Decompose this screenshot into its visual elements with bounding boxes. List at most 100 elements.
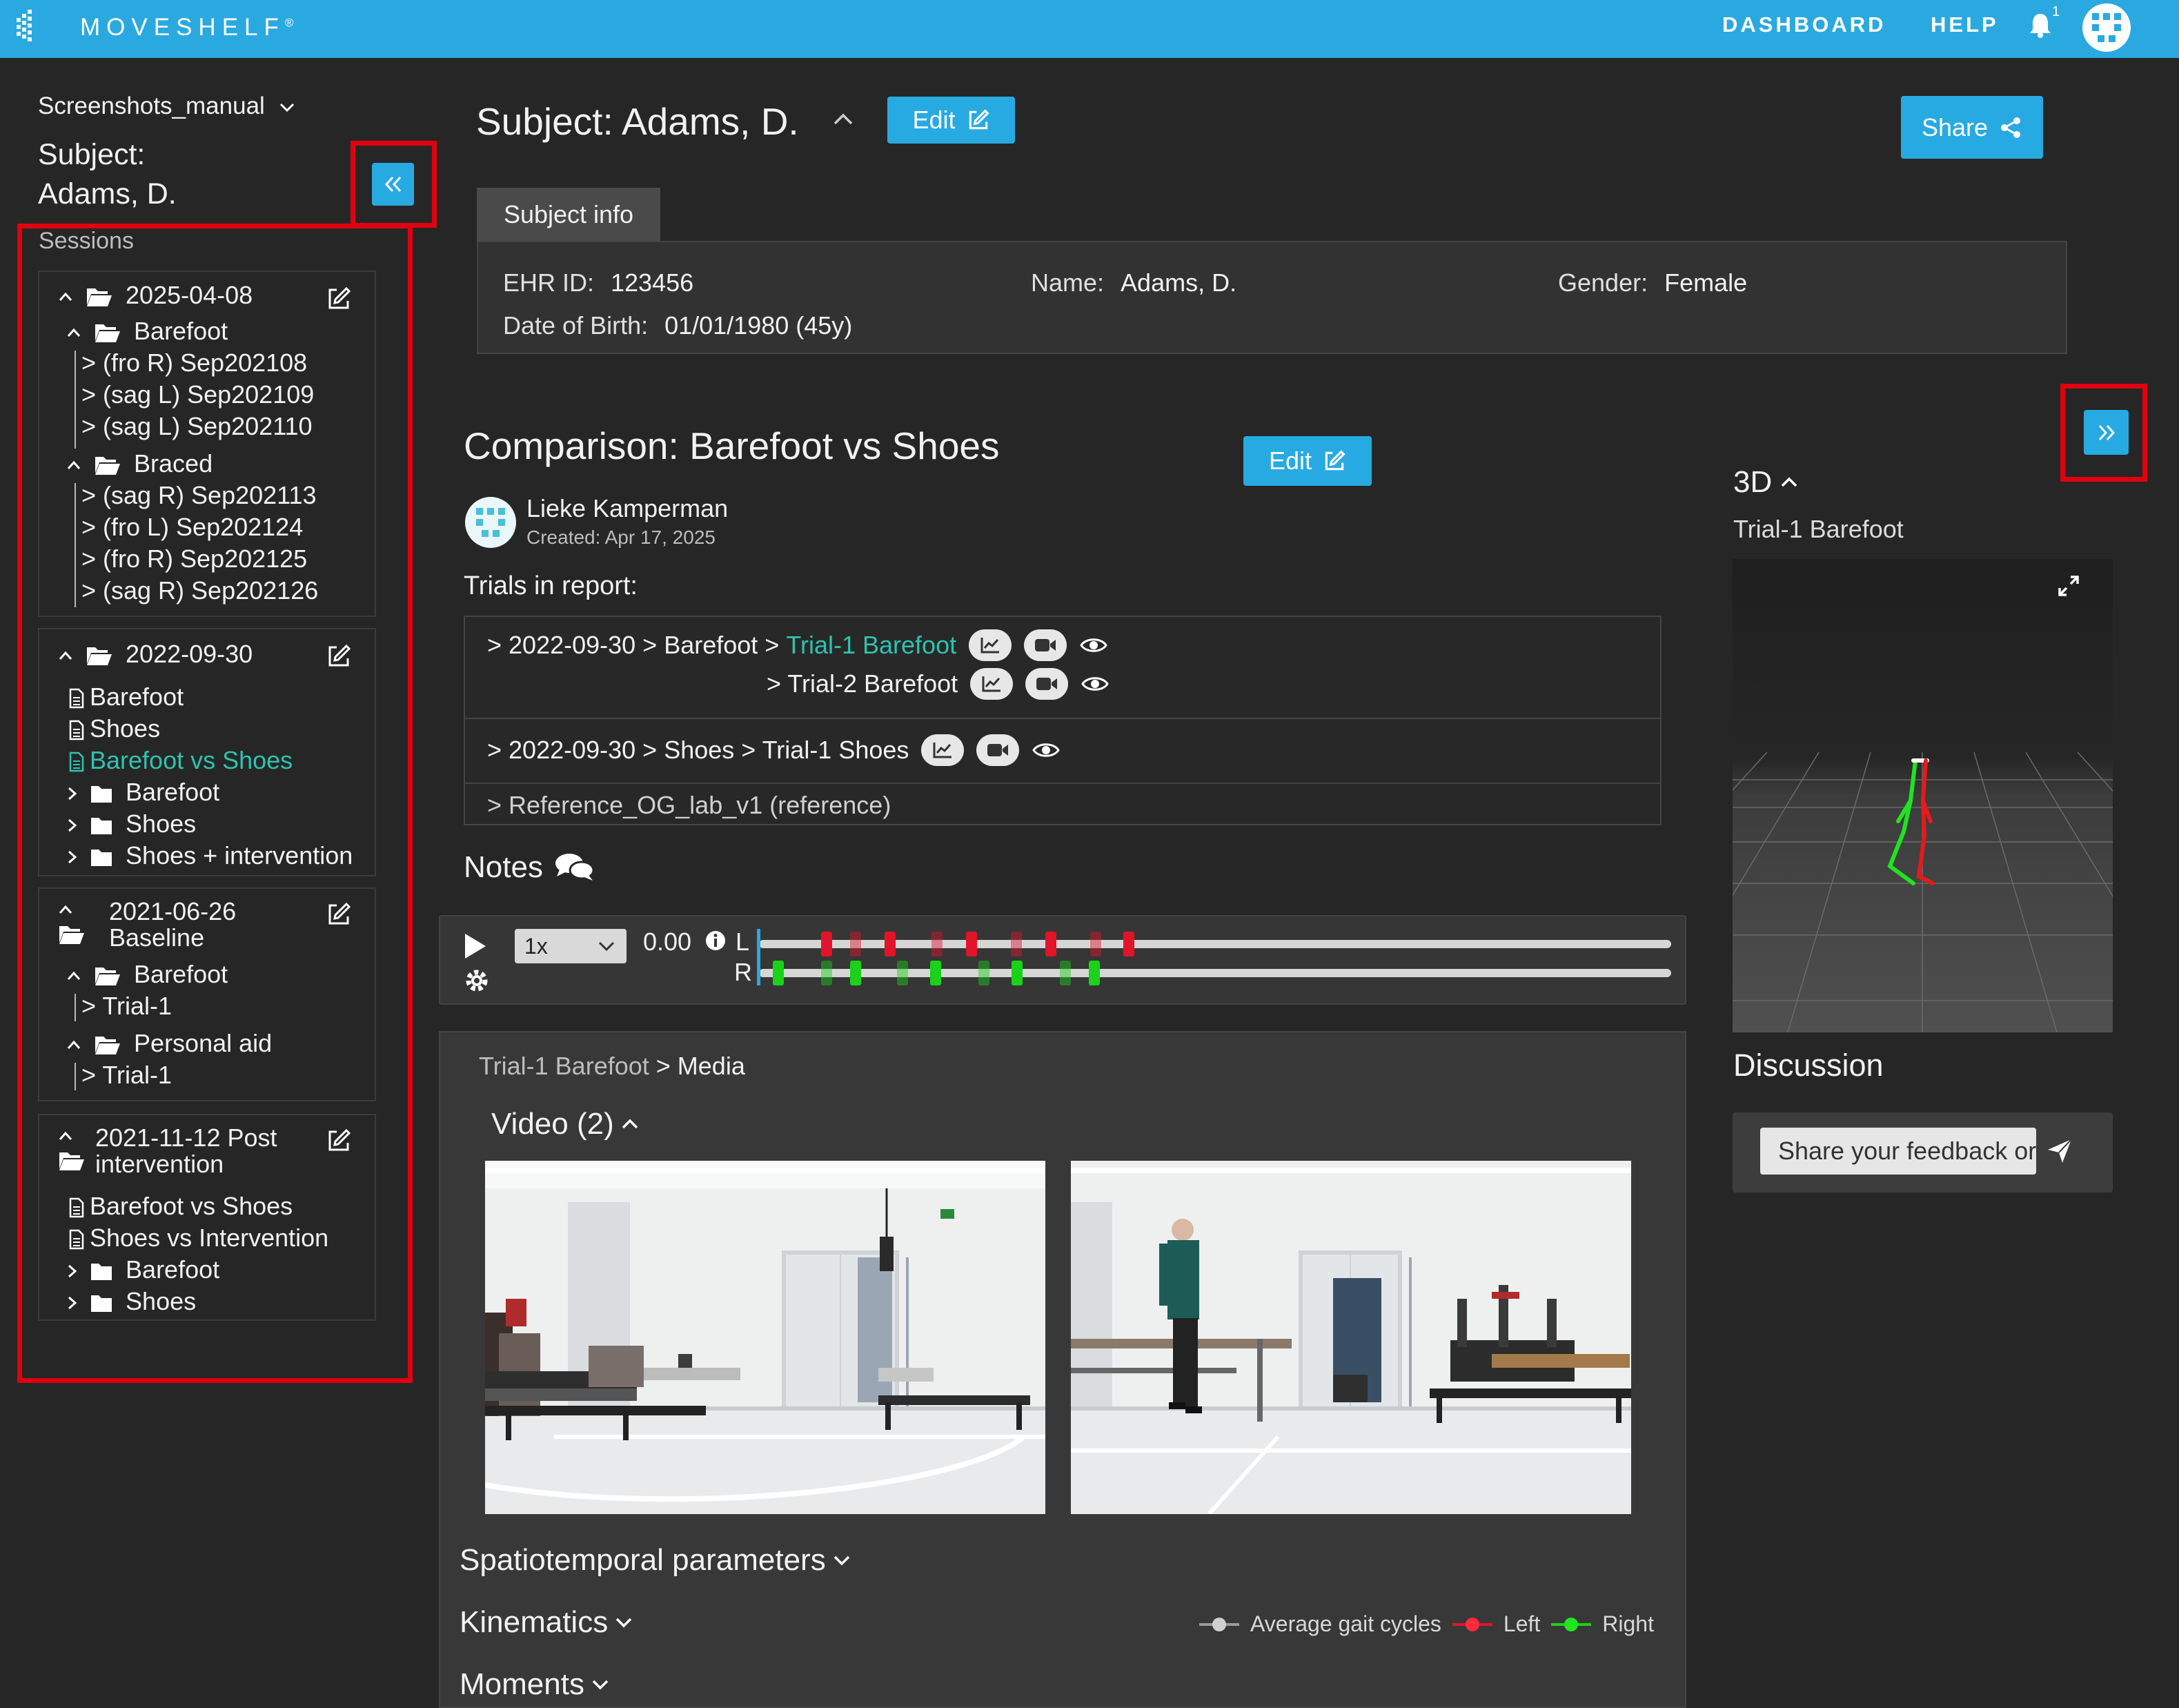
collapse-header-chevron-icon[interactable] (831, 110, 855, 127)
chevron-down-icon (598, 941, 615, 952)
gear-icon[interactable] (464, 968, 490, 994)
nav-dashboard-link[interactable]: DASHBOARD (1722, 12, 1886, 37)
edit-session-icon[interactable] (326, 1128, 352, 1154)
video-player-2[interactable] (1071, 1161, 1631, 1514)
document-icon (69, 1198, 84, 1218)
folder-open-icon (87, 288, 112, 307)
folder-personal-aid-2021[interactable]: Personal aid (66, 1028, 272, 1059)
left-gait-event-marker (885, 932, 896, 956)
folder-braced-2025[interactable]: Braced (66, 449, 213, 479)
trial-chart-button[interactable] (969, 629, 1012, 661)
video-player-1[interactable] (485, 1161, 1045, 1514)
chevron-up-icon (1782, 477, 1797, 487)
project-selector[interactable]: Screenshots_manual (38, 92, 295, 120)
dob-field: Date of Birth: 01/01/1980 (45y) (503, 311, 853, 340)
left-gait-event-marker (1123, 932, 1134, 956)
right-gait-event-marker (930, 961, 941, 985)
reference-row[interactable]: > Reference_OG_lab_v1 (reference) (487, 791, 891, 820)
tree-line (75, 994, 76, 1021)
send-icon[interactable] (2046, 1137, 2073, 1165)
report-shoes-vs-intervention[interactable]: Shoes vs Intervention (69, 1223, 328, 1253)
folder-barefoot-2022[interactable]: Barefoot (66, 777, 219, 807)
eye-icon[interactable] (1081, 674, 1110, 694)
chevron-right-icon (68, 1297, 77, 1310)
edit-session-icon[interactable] (326, 901, 352, 927)
trial-video-button[interactable] (976, 734, 1020, 766)
chevron-up-icon (59, 651, 72, 660)
trial-video-button[interactable] (1025, 668, 1069, 700)
edit-session-icon[interactable] (326, 286, 352, 312)
edit-session-icon[interactable] (326, 643, 352, 669)
trial-chart-button[interactable] (970, 668, 1014, 700)
trial-2-barefoot-link[interactable]: > Trial-2 Barefoot (767, 669, 958, 698)
user-avatar[interactable] (2082, 3, 2131, 52)
folder-barefoot-2021-11[interactable]: Barefoot (66, 1255, 219, 1285)
edit-subject-button[interactable]: Edit (887, 97, 1015, 144)
trial-chart-button[interactable] (921, 734, 965, 766)
trial-1-shoes-link[interactable]: > 2022-09-30 > Shoes > Trial-1 Shoes (487, 736, 909, 765)
moveshelf-logo-icon (17, 10, 32, 41)
trial-item[interactable]: > Trial-1 (81, 1060, 172, 1090)
session-2021-11-12-header[interactable] (58, 1130, 86, 1172)
session-2025-04-08-header[interactable]: 2025-04-08 (58, 280, 253, 311)
author-name: Lieke Kamperman (526, 494, 729, 522)
trial-item[interactable]: > Trial-1 (81, 991, 172, 1021)
folder-shoes-2022[interactable]: Shoes (66, 809, 196, 839)
left-track-label: L (736, 927, 750, 956)
trial-item[interactable]: > (fro R) Sep202108 (81, 348, 307, 378)
chevron-down-icon (592, 1680, 609, 1690)
trial-item[interactable]: > (fro R) Sep202125 (81, 544, 307, 574)
play-icon[interactable] (462, 932, 489, 961)
right-gait-track[interactable] (759, 969, 1671, 977)
session-2022-09-30-header[interactable]: 2022-09-30 (58, 639, 253, 669)
nav-help-link[interactable]: HELP (1931, 12, 1999, 37)
kinematics-section-header[interactable]: Kinematics (460, 1605, 633, 1640)
report-barefoot-vs-shoes-active[interactable]: Barefoot vs Shoes (69, 745, 293, 776)
3d-viewer[interactable] (1733, 559, 2113, 1032)
chevron-right-icon (68, 787, 77, 801)
session-2021-06-26-header[interactable] (58, 904, 86, 945)
trial-item[interactable]: > (sag L) Sep202110 (81, 411, 313, 442)
speed-select[interactable]: 1x (515, 929, 627, 963)
trial-row-1: > 2022-09-30 > Barefoot > Trial-1 Barefo… (487, 629, 1108, 661)
folder-shoes-2021-11[interactable]: Shoes (66, 1286, 196, 1317)
chart-icon (980, 638, 1000, 654)
chevron-up-icon (59, 905, 72, 914)
session-2021-06-26-title[interactable]: 2021-06-26 Baseline (109, 899, 236, 951)
folder-barefoot-2025[interactable]: Barefoot (66, 316, 228, 346)
edit-comparison-button[interactable]: Edit (1243, 436, 1372, 486)
report-barefoot[interactable]: Barefoot (69, 682, 184, 712)
trial-item[interactable]: > (fro L) Sep202124 (81, 512, 303, 542)
report-barefoot-vs-shoes[interactable]: Barefoot vs Shoes (69, 1191, 293, 1221)
fullscreen-expand-icon[interactable] (2057, 574, 2080, 598)
feedback-input[interactable]: Share your feedback or (1760, 1128, 2036, 1175)
moments-section-header[interactable]: Moments (460, 1667, 609, 1702)
eye-icon[interactable] (1079, 635, 1108, 656)
report-shoes[interactable]: Shoes (69, 714, 160, 744)
session-2021-11-12-title[interactable]: 2021-11-12 Post intervention (95, 1125, 277, 1177)
share-button[interactable]: Share (1901, 96, 2043, 159)
folder-shoes-intervention-2022[interactable]: Shoes + intervention (66, 841, 353, 871)
edit-icon (1325, 450, 1345, 471)
eye-icon[interactable] (1032, 740, 1061, 760)
spatiotemporal-section-header[interactable]: Spatiotemporal parameters (460, 1543, 851, 1578)
3d-section-header[interactable]: 3D (1733, 465, 1798, 500)
notifications-button[interactable]: 1 (2029, 4, 2060, 39)
left-gait-track[interactable] (759, 940, 1671, 948)
video-section-header[interactable]: Video (2) (491, 1107, 639, 1141)
tab-subject-info[interactable]: Subject info (477, 188, 660, 242)
trial-video-button[interactable] (1024, 629, 1067, 661)
notes-heading[interactable]: Notes (464, 850, 595, 885)
playhead[interactable] (757, 929, 760, 985)
document-icon (69, 720, 84, 740)
trial-item[interactable]: > (sag R) Sep202113 (81, 480, 317, 511)
breadcrumb-trial-link[interactable]: Trial-1 Barefoot (479, 1052, 649, 1080)
folder-open-icon (87, 647, 112, 666)
trial-item[interactable]: > (sag R) Sep202126 (81, 576, 318, 606)
brand-logo[interactable]: MOVESHELF® (14, 7, 293, 48)
info-icon[interactable] (704, 930, 727, 952)
folder-icon (91, 818, 112, 835)
trial-1-barefoot-link[interactable]: Trial-1 Barefoot (786, 631, 956, 660)
trial-item[interactable]: > (sag L) Sep202109 (81, 380, 314, 410)
folder-barefoot-2021[interactable]: Barefoot (66, 959, 228, 990)
